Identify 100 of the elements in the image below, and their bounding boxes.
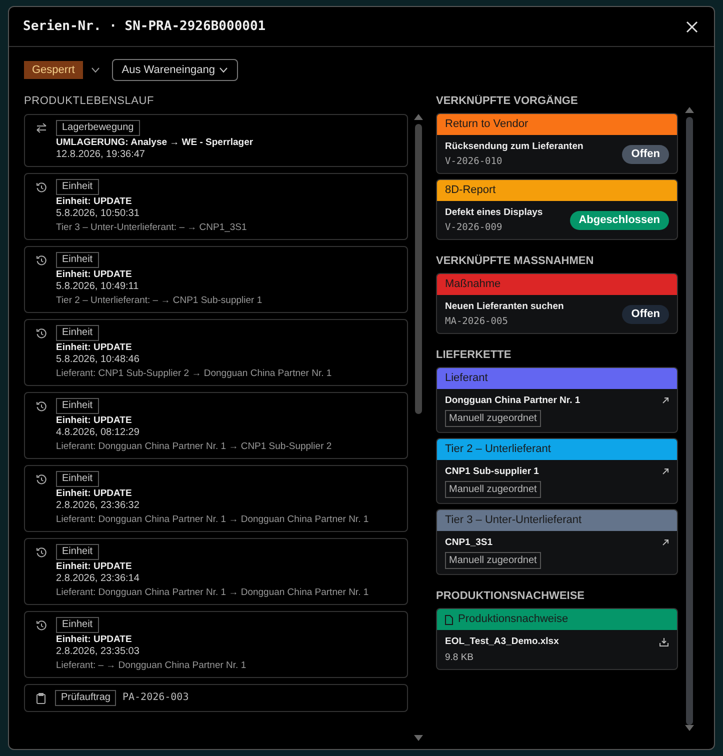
history-icon (36, 401, 47, 412)
case-number: MA-2026-005 (445, 315, 509, 328)
entry-title: Einheit: UPDATE (56, 561, 133, 573)
linked-card[interactable]: Tier 3 – Unter-Unterlieferant CNP1_3S1 Manuell zugeordnet (436, 509, 678, 575)
case-number: V-2026-010 (445, 155, 504, 168)
change-detail: Lieferant: Dongguan China Partner Nr. 1 → CNP1 Sub-Supplier 2 (56, 441, 332, 453)
category-tag: Einheit (56, 252, 99, 268)
supplier-name: CNP1 Sub-supplier 1 (445, 465, 539, 478)
case-number: V-2026-009 (445, 221, 504, 234)
history-card[interactable]: Einheit Einheit: UPDATE 4.8.2026, 08:12:29 Lieferant: Dongguan China Partner Nr. 1 → CNP1 Sub-Supplier 2 (24, 392, 408, 459)
timestamp: 5.8.2026, 10:48:46 (56, 354, 140, 366)
entry-title: UMLAGERUNG: Analyse → WE - Sperrlager (56, 137, 254, 149)
history-icon (36, 547, 47, 558)
external-link-icon (662, 468, 669, 475)
entry-title: Einheit: UPDATE (56, 634, 133, 646)
history-card[interactable]: Lagerbewegung UMLAGERUNG: Analyse → WE - Sperrlager 12.8.2026, 19:36:47 (24, 114, 408, 167)
history-card[interactable]: Einheit Einheit: UPDATE 5.8.2026, 10:48:46 Lieferant: CNP1 Sub-Supplier 2 → Dongguan China Partner Nr. 1 (24, 319, 408, 386)
scroll-up-icon[interactable] (414, 114, 422, 120)
category-tag: Prüfauftrag (55, 690, 116, 706)
section-heading: PRODUKTLEBENSLAUF (24, 95, 155, 108)
card-type: Return to Vendor (445, 118, 528, 131)
change-detail: Lieferant: Dongguan China Partner Nr. 1 → Dongguan China Partner Nr. 1 (56, 587, 369, 599)
scroll-down-icon[interactable] (684, 725, 694, 731)
entry-title: Einheit: UPDATE (56, 488, 133, 500)
status-badge: Offen (622, 304, 669, 324)
chevron-down-icon (90, 67, 100, 73)
history-card[interactable]: Einheit Einheit: UPDATE 5.8.2026, 10:50:31 Tier 3 – Unter-Unterlieferant: – → CNP1_3S1 (24, 173, 408, 240)
external-link-icon (662, 397, 669, 404)
timestamp: 4.8.2026, 08:12:29 (56, 427, 140, 439)
linked-card[interactable]: Lieferant Dongguan China Partner Nr. 1 Manuell zugeordnet (436, 367, 678, 433)
change-detail: Lieferant: CNP1 Sub-Supplier 2 → Dongguan China Partner Nr. 1 (56, 368, 332, 380)
history-icon (36, 620, 47, 631)
section-heading: LIEFERKETTE (436, 349, 512, 362)
section-heading: VERKNÜPFTE MASSNAHMEN (436, 255, 595, 268)
assignment-tag: Manuell zugeordnet (445, 481, 541, 498)
history-card[interactable]: Einheit Einheit: UPDATE 2.8.2026, 23:36:14 Lieferant: Dongguan China Partner Nr. 1 → Dongguan China Partner Nr. 1 (24, 538, 408, 605)
assignment-tag: Manuell zugeordnet (445, 552, 541, 569)
category-tag: Lagerbewegung (56, 120, 140, 136)
entry-title: Einheit: UPDATE (56, 269, 133, 281)
history-icon (36, 255, 47, 266)
history-icon (36, 328, 47, 339)
history-card[interactable]: Prüfauftrag PA-2026-003 (24, 684, 408, 712)
change-detail: Lieferant: Dongguan China Partner Nr. 1 → Dongguan China Partner Nr. 1 (56, 514, 369, 526)
category-tag: Einheit (56, 325, 99, 341)
scroll-down-icon[interactable] (414, 735, 422, 741)
linked-card[interactable]: Tier 2 – Unterlieferant CNP1 Sub-supplier 1 Manuell zugeordnet (436, 438, 678, 504)
timestamp: 2.8.2026, 23:36:14 (56, 573, 140, 585)
status-dropdown[interactable]: Gesperrt (24, 61, 83, 79)
timestamp: 5.8.2026, 10:50:31 (56, 208, 140, 220)
assignment-tag: Manuell zugeordnet (445, 410, 541, 427)
dialog-title: Serien-Nr. · SN-PRA-2926B000001 (23, 18, 266, 36)
change-detail: Tier 2 – Unterlieferant: – → CNP1 Sub-supplier 1 (56, 295, 262, 307)
origin-dropdown[interactable]: Aus Wareneingang (112, 59, 238, 81)
file-icon (445, 614, 453, 624)
category-tag: Einheit (56, 398, 99, 414)
card-type: Lieferant (445, 372, 488, 385)
case-title: Rücksendung zum Lieferanten (445, 140, 584, 153)
history-icon (36, 474, 47, 485)
timestamp: 2.8.2026, 23:36:32 (56, 500, 140, 512)
section-heading: PRODUKTIONSNACHWEISE (436, 590, 586, 603)
status-badge: Abgeschlossen (570, 210, 669, 230)
history-icon (36, 182, 47, 193)
history-card[interactable]: Einheit Einheit: UPDATE 2.8.2026, 23:35:03 Lieferant: – → Dongguan China Partner Nr. 1 (24, 611, 408, 678)
supplier-name: Dongguan China Partner Nr. 1 (445, 394, 580, 407)
close-button[interactable] (684, 18, 700, 34)
category-tag: Einheit (56, 471, 99, 487)
change-detail: Lieferant: – → Dongguan China Partner Nr. 1 (56, 660, 246, 672)
case-title: Neuen Lieferanten suchen (445, 300, 564, 313)
card-type: Maßnahme (445, 278, 501, 291)
case-title: Defekt eines Displays (445, 206, 543, 219)
card-type: 8D-Report (445, 184, 496, 197)
reference-number: PA-2026-003 (122, 692, 189, 704)
scrollbar-thumb[interactable] (414, 124, 422, 414)
card-type: Tier 2 – Unterlieferant (445, 443, 551, 456)
linked-card[interactable]: Maßnahme Neuen Lieferanten suchen MA-2026-005 Offen (436, 273, 678, 334)
scroll-up-icon[interactable] (684, 107, 694, 113)
category-tag: Einheit (56, 544, 99, 560)
scrollbar-thumb[interactable] (686, 116, 692, 726)
linked-card[interactable]: 8D-Report Defekt eines Displays V-2026-009 Abgeschlossen (436, 179, 678, 240)
swap-arrows-icon (36, 123, 47, 133)
card-type: Tier 3 – Unter-Unterlieferant (445, 514, 582, 527)
category-tag: Einheit (56, 179, 99, 195)
supplier-name: CNP1_3S1 (445, 536, 493, 549)
linked-card[interactable]: Return to Vendor Rücksendung zum Lieferanten V-2026-010 Offen (436, 113, 678, 174)
linked-card[interactable]: Produktionsnachweise EOL_Test_A3_Demo.xlsx 9.8 KB (436, 608, 678, 670)
entry-title: Einheit: UPDATE (56, 196, 133, 208)
entry-title: Einheit: UPDATE (56, 415, 133, 427)
clipboard-icon (36, 693, 46, 704)
file-name: EOL_Test_A3_Demo.xlsx (445, 635, 559, 648)
timestamp: 12.8.2026, 19:36:47 (56, 149, 146, 161)
category-tag: Einheit (56, 617, 99, 633)
external-link-icon (662, 539, 669, 546)
timestamp: 5.8.2026, 10:49:11 (56, 281, 140, 293)
download-button[interactable] (659, 636, 669, 646)
card-type: Produktionsnachweise (458, 613, 568, 626)
file-size: 9.8 KB (445, 651, 475, 664)
history-card[interactable]: Einheit Einheit: UPDATE 5.8.2026, 10:49:11 Tier 2 – Unterlieferant: – → CNP1 Sub-supplier 1 (24, 246, 408, 313)
chevron-down-icon (218, 67, 228, 73)
status-badge: Offen (622, 144, 669, 164)
history-card[interactable]: Einheit Einheit: UPDATE 2.8.2026, 23:36:32 Lieferant: Dongguan China Partner Nr. 1 → Dongguan China Partner Nr. 1 (24, 465, 408, 532)
